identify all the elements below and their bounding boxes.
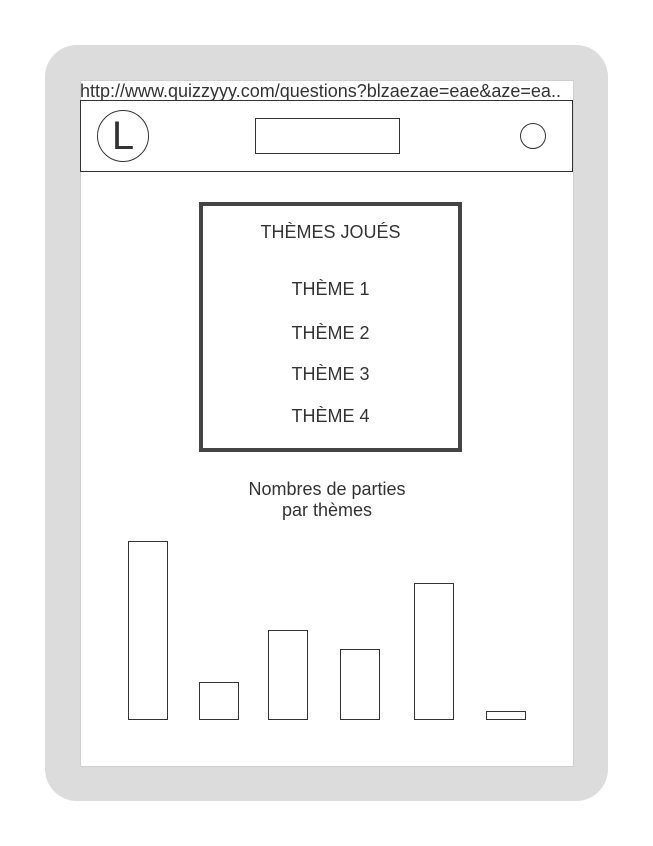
chart-bar-5	[414, 583, 454, 720]
themes-title: THÈMES JOUÉS	[260, 222, 401, 242]
chart-title-line-2: par thèmes	[281, 500, 373, 520]
search-input[interactable]	[255, 118, 400, 154]
chart-title: Nombres de parties par thèmes	[200, 479, 454, 521]
theme-item-3[interactable]: THÈME 3	[203, 364, 458, 385]
address-bar[interactable]: http://www.quizzyyy.com/questions?blzaez…	[80, 80, 574, 100]
logo[interactable]: L	[97, 110, 149, 162]
chart-bar-4	[340, 649, 380, 720]
chart-bar-3	[268, 630, 308, 720]
chart-title-line-1: Nombres de parties	[248, 479, 406, 499]
chart-bar-6	[486, 711, 526, 720]
chart-bar-2	[199, 682, 239, 720]
played-themes-panel: THÈMES JOUÉS THÈME 1 THÈME 2 THÈME 3 THÈ…	[199, 202, 462, 452]
theme-item-2[interactable]: THÈME 2	[203, 323, 458, 344]
theme-item-1[interactable]: THÈME 1	[203, 279, 458, 300]
top-bar: L	[80, 100, 573, 172]
profile-button[interactable]	[520, 123, 546, 149]
chart-bar-1	[128, 541, 168, 720]
theme-item-4[interactable]: THÈME 4	[203, 406, 458, 427]
